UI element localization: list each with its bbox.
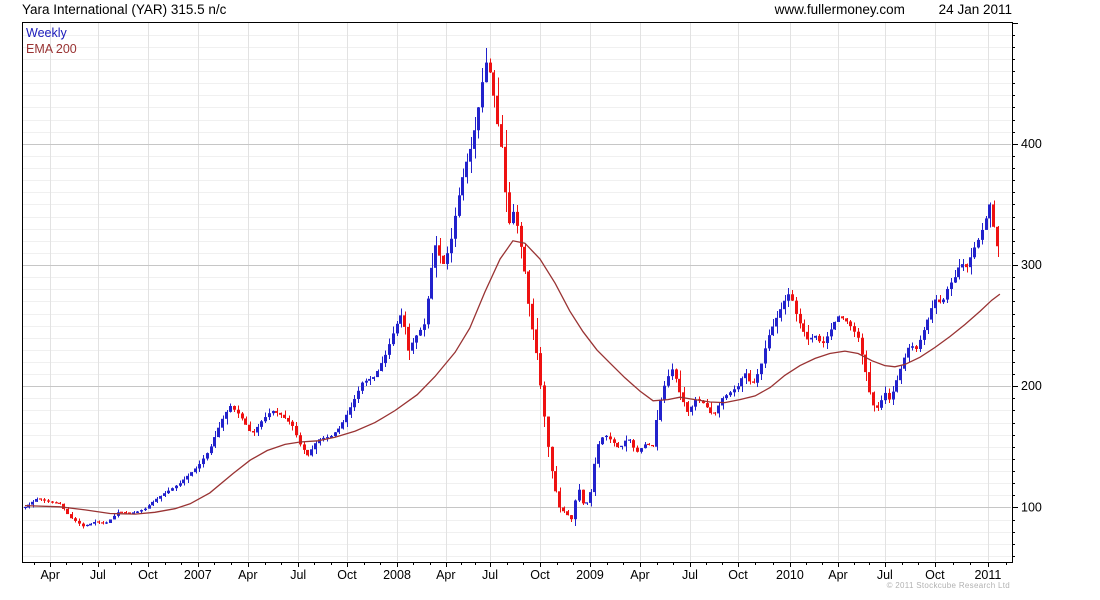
chart-page: Yara International (YAR) 315.5 n/c www.f… bbox=[0, 0, 1100, 600]
svg-text:Jul: Jul bbox=[482, 568, 498, 582]
svg-text:2008: 2008 bbox=[383, 568, 411, 582]
copyright-notice: © 2011 Stockcube Research Ltd bbox=[886, 581, 1010, 590]
chart-legend: Weekly EMA 200 bbox=[26, 25, 77, 57]
svg-text:Jul: Jul bbox=[90, 568, 106, 582]
svg-text:Oct: Oct bbox=[337, 568, 357, 582]
svg-text:100: 100 bbox=[1021, 500, 1042, 514]
svg-text:Oct: Oct bbox=[728, 568, 748, 582]
svg-text:2007: 2007 bbox=[184, 568, 212, 582]
svg-text:Apr: Apr bbox=[630, 568, 649, 582]
svg-text:2010: 2010 bbox=[776, 568, 804, 582]
price-chart-canvas: 100 200 300 400 Apr Jul Oct 2007 Apr Jul Oct 2008 Ap… bbox=[22, 22, 1042, 582]
svg-text:Oct: Oct bbox=[530, 568, 550, 582]
svg-text:Apr: Apr bbox=[828, 568, 847, 582]
svg-text:300: 300 bbox=[1021, 258, 1042, 272]
svg-text:Jul: Jul bbox=[877, 568, 893, 582]
svg-text:400: 400 bbox=[1021, 137, 1042, 151]
svg-text:Apr: Apr bbox=[238, 568, 257, 582]
svg-text:Apr: Apr bbox=[436, 568, 455, 582]
legend-ema-label: EMA 200 bbox=[26, 42, 77, 56]
svg-text:Jul: Jul bbox=[290, 568, 306, 582]
svg-text:Oct: Oct bbox=[138, 568, 158, 582]
svg-text:200: 200 bbox=[1021, 379, 1042, 393]
svg-text:2011: 2011 bbox=[974, 568, 1001, 582]
svg-text:2009: 2009 bbox=[576, 568, 604, 582]
legend-weekly-label: Weekly bbox=[26, 26, 67, 40]
svg-text:Apr: Apr bbox=[40, 568, 59, 582]
svg-text:Oct: Oct bbox=[925, 568, 945, 582]
svg-text:Jul: Jul bbox=[682, 568, 698, 582]
